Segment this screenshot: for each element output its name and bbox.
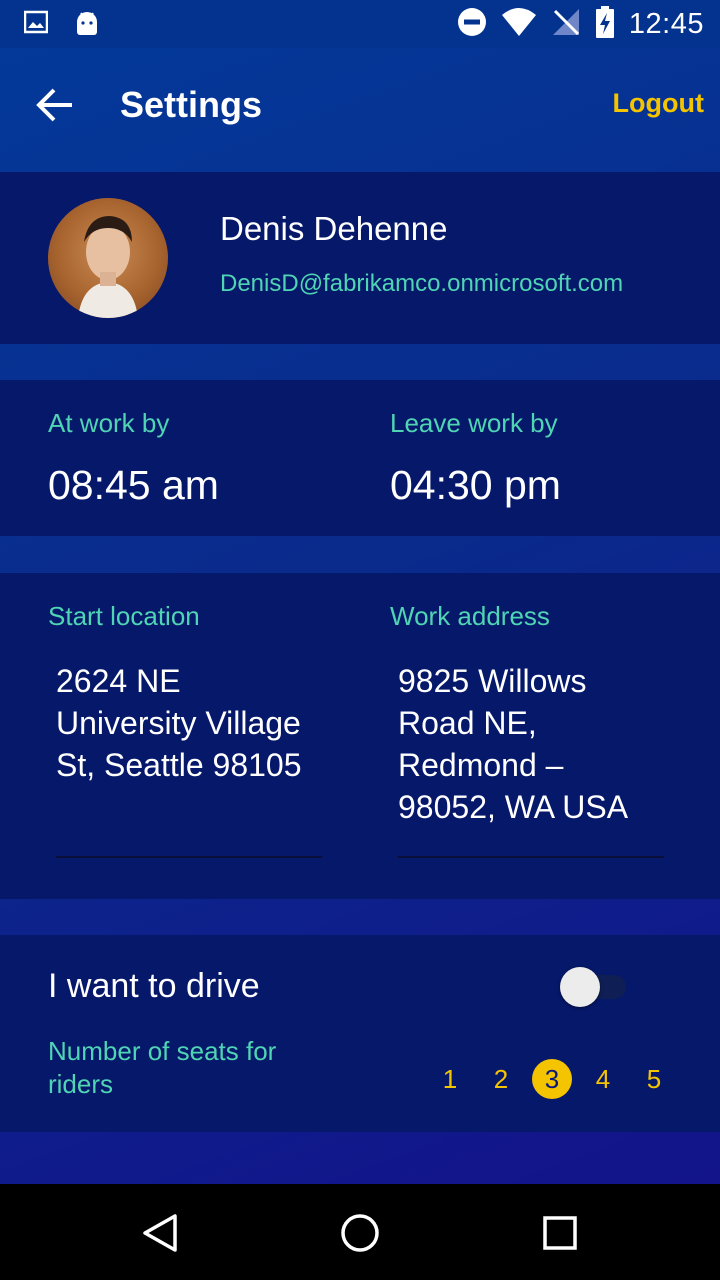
toggle-thumb <box>560 967 600 1007</box>
seat-option-2[interactable]: 2 <box>481 1059 521 1099</box>
logout-button[interactable]: Logout <box>613 88 704 119</box>
nav-home-button[interactable] <box>335 1208 385 1258</box>
seat-selector: 1 2 3 4 5 <box>430 1059 674 1099</box>
seats-label: Number of seats for riders <box>48 1036 277 1099</box>
work-address-field[interactable]: 9825 Willows Road NE, Redmond – 98052, W… <box>398 660 658 828</box>
nav-back-button[interactable] <box>135 1208 185 1258</box>
wifi-icon <box>501 7 537 42</box>
at-work-label: At work by <box>48 408 170 438</box>
drive-toggle-label: I want to drive <box>48 967 260 1005</box>
start-location-field[interactable]: 2624 NE University Village St, Seattle 9… <box>56 660 316 786</box>
leave-work-label: Leave work by <box>390 408 558 438</box>
avatar <box>48 198 168 318</box>
android-icon <box>74 10 100 41</box>
no-signal-icon <box>551 7 581 42</box>
nav-recents-button[interactable] <box>535 1208 585 1258</box>
arrow-left-icon <box>30 88 80 134</box>
do-not-disturb-icon <box>457 7 487 42</box>
work-times-card: At work by 08:45 am Leave work by 04:30 … <box>0 380 720 536</box>
drive-card: I want to drive Number of seats for ride… <box>0 935 720 1132</box>
seat-option-4[interactable]: 4 <box>583 1059 623 1099</box>
triangle-back-icon <box>135 1214 185 1262</box>
start-location-underline <box>56 856 322 858</box>
drive-toggle[interactable] <box>560 967 626 1007</box>
address-card: Start location 2624 NE University Villag… <box>0 573 720 899</box>
square-recents-icon <box>535 1216 585 1262</box>
work-address-underline <box>398 856 664 858</box>
back-button[interactable] <box>30 80 80 130</box>
battery-charging-icon <box>595 6 615 43</box>
app-bar: Settings Logout <box>0 48 720 160</box>
profile-email: DenisD@fabrikamco.onmicrosoft.com <box>220 270 624 297</box>
seat-option-1[interactable]: 1 <box>430 1059 470 1099</box>
seat-option-3[interactable]: 3 <box>532 1059 572 1099</box>
image-icon <box>23 10 49 41</box>
status-bar: 12:45 <box>0 0 720 48</box>
leave-work-time[interactable]: 04:30 pm <box>390 462 561 509</box>
start-location-label: Start location <box>48 601 200 631</box>
work-address-label: Work address <box>390 601 550 631</box>
status-time: 12:45 <box>628 8 704 40</box>
profile-card: Denis Dehenne DenisD@fabrikamco.onmicros… <box>0 172 720 344</box>
system-nav-bar <box>0 1184 720 1280</box>
circle-home-icon <box>335 1214 385 1262</box>
profile-name: Denis Dehenne <box>220 210 448 247</box>
page-title: Settings <box>120 84 263 125</box>
seat-option-5[interactable]: 5 <box>634 1059 674 1099</box>
at-work-time[interactable]: 08:45 am <box>48 462 219 509</box>
